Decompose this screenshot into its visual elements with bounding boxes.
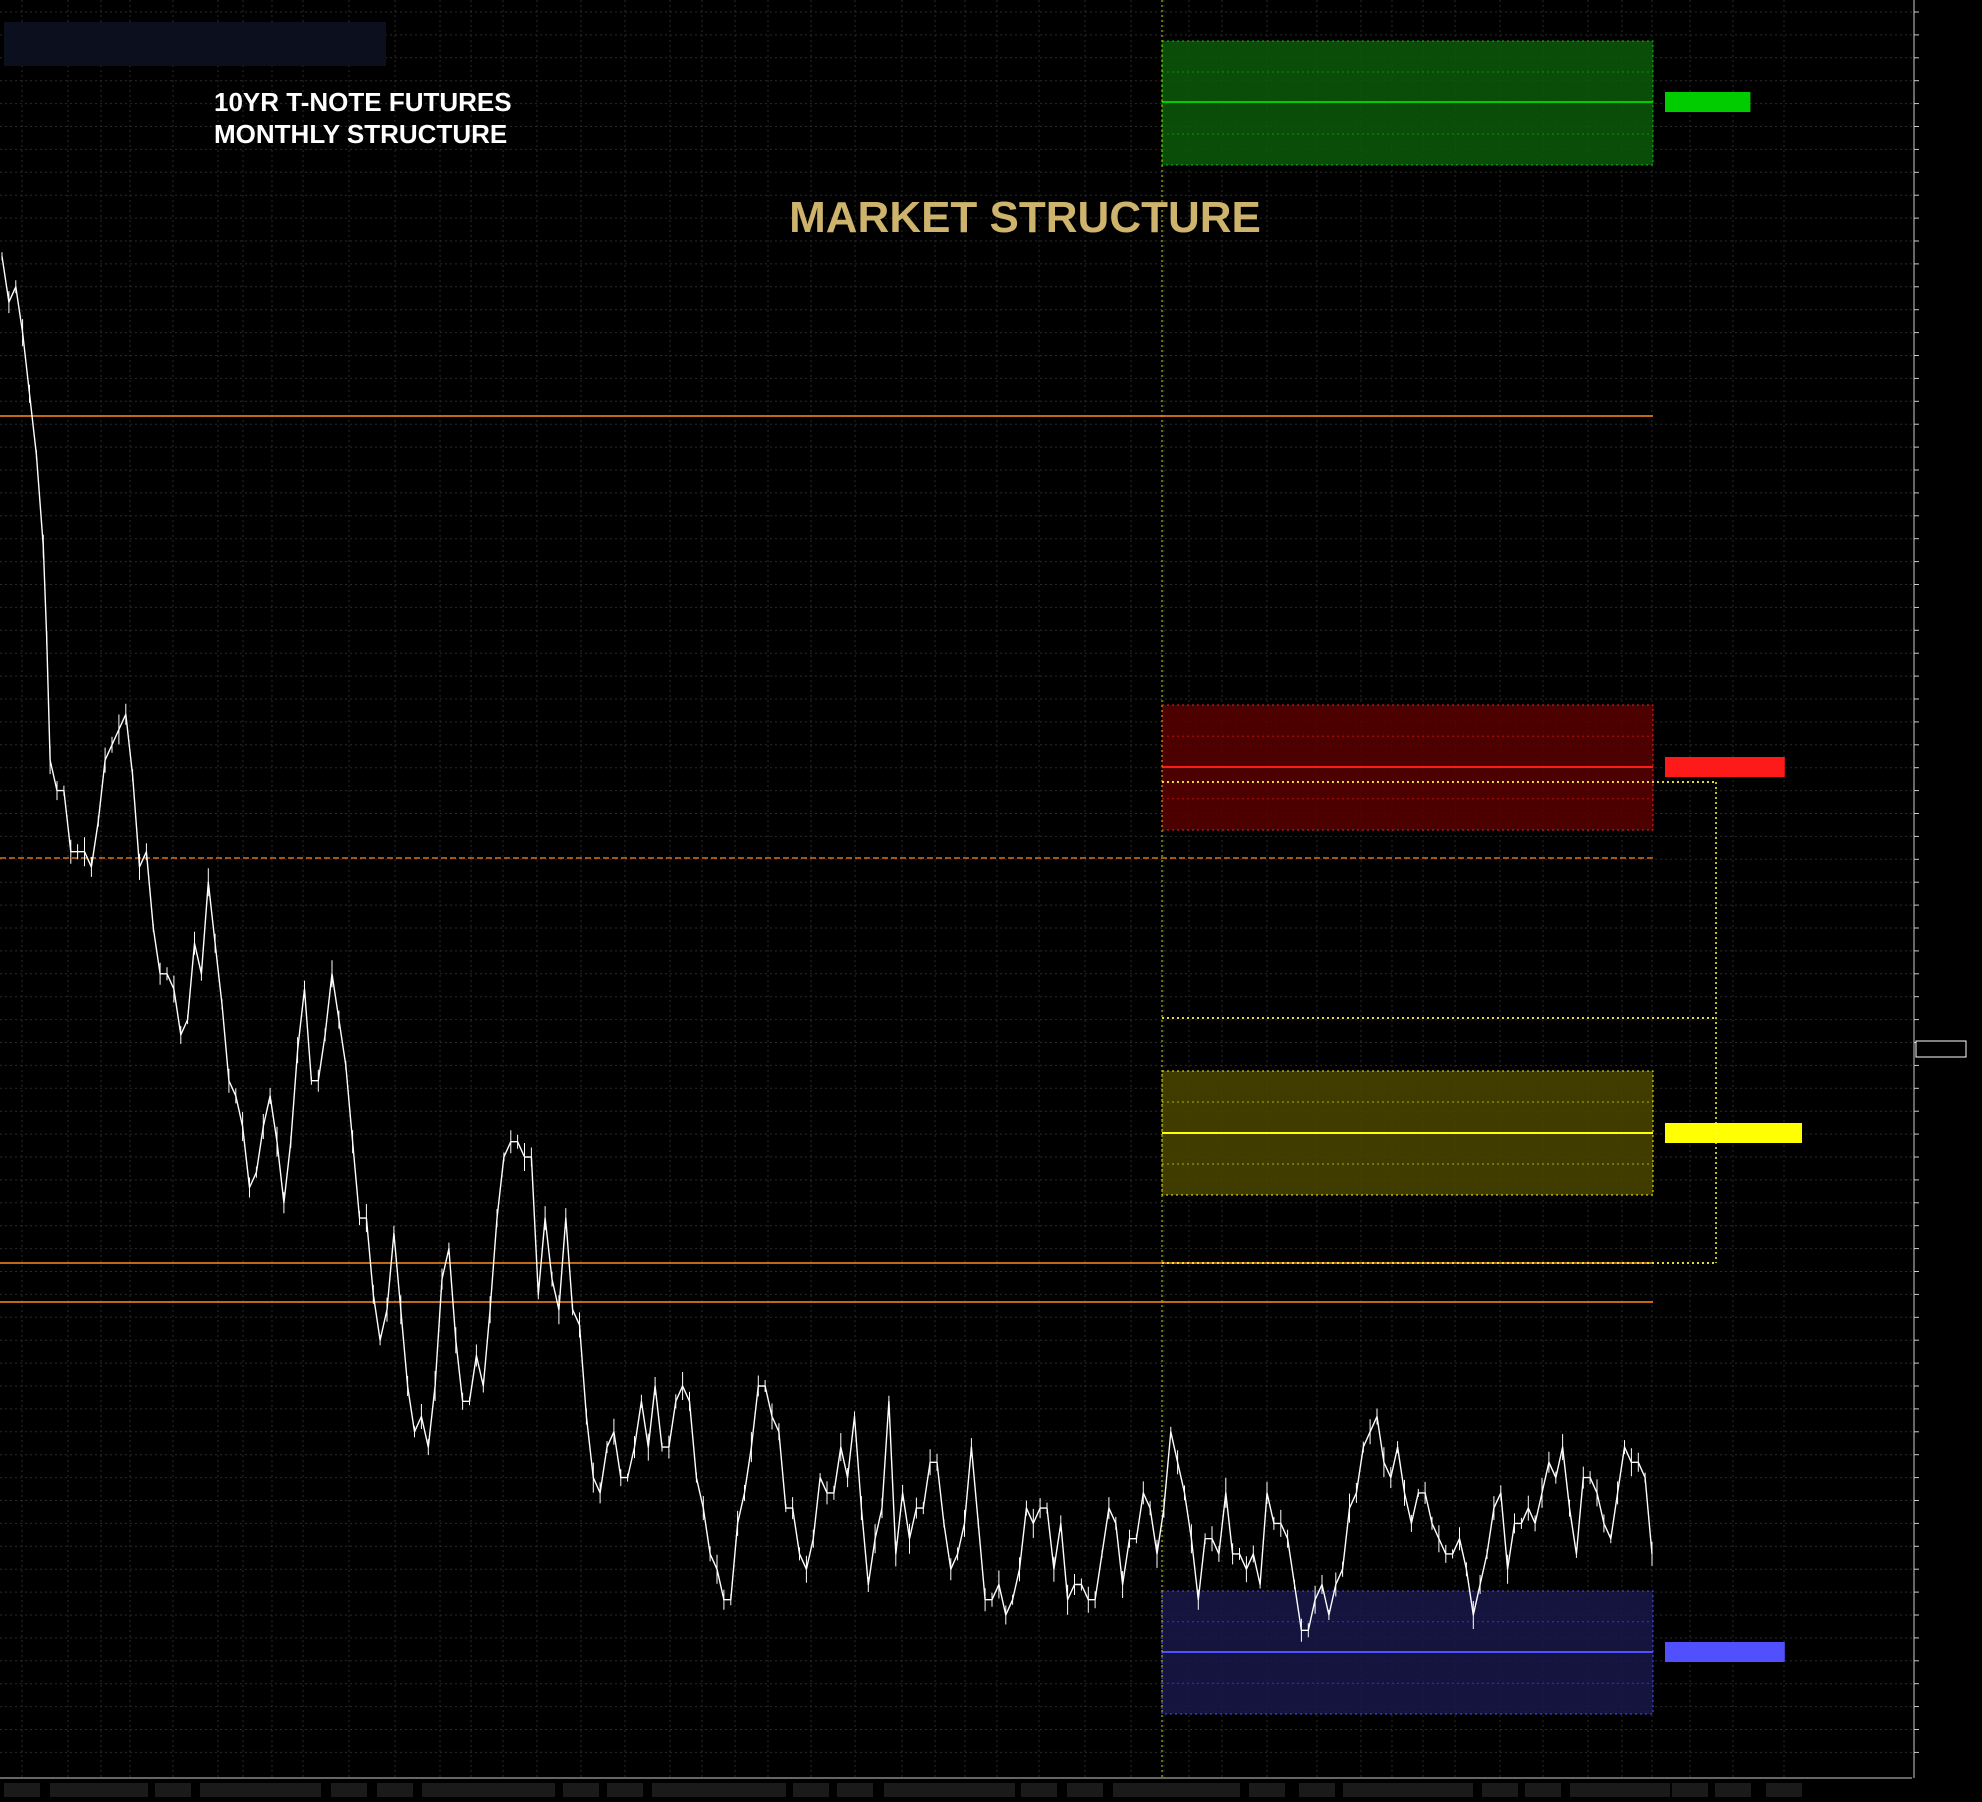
- x-tick-bg: [1672, 1783, 1708, 1797]
- x-tick-bg: [254, 1783, 290, 1797]
- x-tick-bg: [1067, 1783, 1103, 1797]
- x-tick-bg: [1374, 1783, 1410, 1797]
- x-tick-bg: [1634, 1783, 1670, 1797]
- x-tick-bg: [485, 1783, 521, 1797]
- zone-tag-bg: [1665, 757, 1785, 777]
- chart-title-line1: 10YR T-NOTE FUTURES: [214, 87, 512, 117]
- x-tick-bg: [1525, 1783, 1561, 1797]
- gridlines: [0, 0, 1912, 1778]
- x-tick-bg: [1766, 1783, 1802, 1797]
- chart-subtitle: MARKET STRUCTURE: [789, 193, 1261, 242]
- price-series: [1, 252, 1653, 1642]
- x-tick-bg: [607, 1783, 643, 1797]
- x-tick-bg: [285, 1783, 321, 1797]
- x-tick-bg: [1437, 1783, 1473, 1797]
- x-tick-bg: [1021, 1783, 1057, 1797]
- price-line: [1, 256, 1653, 1631]
- x-tick-bg: [1249, 1783, 1285, 1797]
- x-tick-bg: [563, 1783, 599, 1797]
- price-bars: [1, 252, 1653, 1642]
- x-tick-bg: [1482, 1783, 1518, 1797]
- x-tick-bg: [112, 1783, 148, 1797]
- x-tick-bg: [837, 1783, 873, 1797]
- x-tick-bg: [884, 1783, 920, 1797]
- x-tick-bg: [519, 1783, 555, 1797]
- y-axis: [1913, 0, 1967, 1778]
- zone-tag-bg: [1665, 1123, 1802, 1143]
- x-tick-bg: [979, 1783, 1015, 1797]
- x-tick-bg: [1113, 1783, 1149, 1797]
- x-tick-bg: [1715, 1783, 1751, 1797]
- x-tick-bg: [4, 1783, 40, 1797]
- chart-area: 10YR T-NOTE FUTURES MONTHLY STRUCTURE MA…: [0, 0, 1982, 1797]
- x-tick-bg: [1570, 1783, 1606, 1797]
- x-axis: [0, 1777, 1912, 1797]
- x-tick-bg: [50, 1783, 86, 1797]
- x-tick-bg: [652, 1783, 688, 1797]
- x-tick-bg: [155, 1783, 191, 1797]
- price-chart[interactable]: 10YR T-NOTE FUTURES MONTHLY STRUCTURE MA…: [0, 0, 1982, 1797]
- x-tick-bg: [750, 1783, 786, 1797]
- x-tick-bg: [793, 1783, 829, 1797]
- x-tick-bg: [1204, 1783, 1240, 1797]
- x-tick-bg: [717, 1783, 753, 1797]
- x-tick-bg: [331, 1783, 367, 1797]
- x-tick-bg: [377, 1783, 413, 1797]
- x-tick-bg: [422, 1783, 458, 1797]
- zone-tag-bg: [1665, 1642, 1785, 1662]
- blank-overlay-box: [4, 22, 386, 66]
- x-tick-bg: [1171, 1783, 1207, 1797]
- chart-title-line2: MONTHLY STRUCTURE: [214, 119, 507, 149]
- x-tick-bg: [453, 1783, 489, 1797]
- x-tick-bg: [1405, 1783, 1441, 1797]
- x-tick-bg: [1343, 1783, 1379, 1797]
- x-tick-bg: [947, 1783, 983, 1797]
- last-price-box: [1915, 1040, 1967, 1058]
- x-tick-bg: [684, 1783, 720, 1797]
- zone-tag-bg: [1665, 92, 1751, 112]
- x-tick-bg: [1299, 1783, 1335, 1797]
- zones: [1161, 0, 1802, 1778]
